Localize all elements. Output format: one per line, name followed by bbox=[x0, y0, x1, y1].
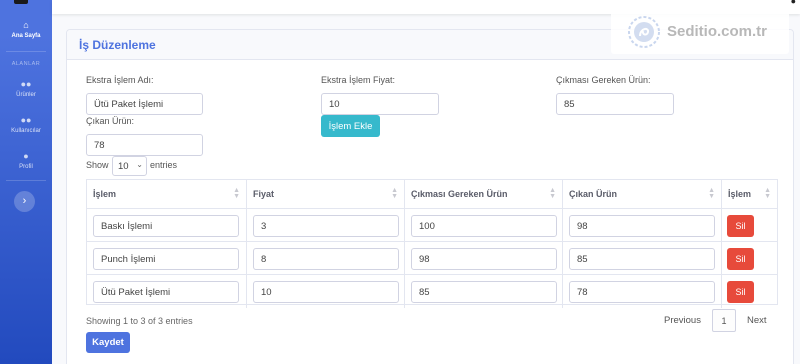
sort-icon: ▲ ▼ bbox=[708, 187, 715, 200]
entries-select-value: 10 bbox=[118, 161, 129, 172]
table-cell bbox=[247, 209, 405, 242]
users-icon: ●● bbox=[20, 115, 32, 125]
table-cell bbox=[405, 209, 563, 242]
entries-label: entries bbox=[150, 160, 178, 170]
sort-icon: ▲ ▼ bbox=[391, 187, 398, 200]
table-cell bbox=[405, 242, 563, 275]
sort-icon: ▲ ▼ bbox=[549, 187, 556, 200]
pagination-previous-label: Previous bbox=[664, 315, 701, 326]
watermark-logo-icon bbox=[628, 16, 660, 48]
column-header-islem[interactable]: İşlem ▲ ▼ bbox=[87, 180, 247, 209]
sidebar: ⌂ Ana Sayfa ALANLAR ●● Ürünler ●● Kullan… bbox=[0, 0, 52, 364]
column-header-label: İşlem bbox=[93, 189, 117, 199]
sidebar-divider bbox=[6, 180, 46, 181]
chevron-right-icon: › bbox=[22, 195, 27, 207]
cikan-urun-label: Çıkan Ürün: bbox=[86, 116, 135, 126]
cikmasi-gereken-label: Çıkması Gereken Ürün: bbox=[556, 75, 651, 85]
table-row bbox=[87, 242, 247, 275]
pagination-next-label: Next bbox=[747, 315, 767, 326]
table-cell: Sil bbox=[722, 209, 777, 242]
sort-icon: ▲ ▼ bbox=[764, 187, 771, 200]
column-header-cikmasi[interactable]: Çıkması Gereken Ürün ▲ ▼ bbox=[405, 180, 563, 209]
row-cikan-input[interactable] bbox=[569, 248, 715, 270]
islem-fiyat-label: Ekstra İşlem Fiyat: bbox=[321, 75, 396, 85]
column-header-cikan[interactable]: Çıkan Ürün ▲ ▼ bbox=[563, 180, 722, 209]
table-cell bbox=[563, 209, 722, 242]
row-cikmasi-input[interactable] bbox=[411, 215, 557, 237]
row-cikmasi-input[interactable] bbox=[411, 248, 557, 270]
edit-card: İş Düzenleme Ekstra İşlem Adı: Ekstra İş… bbox=[66, 29, 794, 364]
column-header-label: İşlem bbox=[728, 189, 752, 199]
islem-fiyat-input[interactable] bbox=[321, 93, 439, 115]
entries-select[interactable]: 10 ⌄ bbox=[112, 156, 147, 176]
row-islem-input[interactable] bbox=[93, 248, 239, 270]
sidebar-item-label: Kullanıcılar bbox=[11, 128, 41, 134]
sidebar-item-profil[interactable]: ● Profil bbox=[0, 151, 52, 171]
brand-logo[interactable] bbox=[14, 0, 28, 4]
table-cell bbox=[247, 275, 405, 308]
table-cell: Sil bbox=[722, 275, 777, 308]
table-info: Showing 1 to 3 of 3 entries bbox=[86, 316, 193, 326]
islem-adi-label: Ekstra İşlem Adı: bbox=[86, 75, 154, 85]
row-islem-input[interactable] bbox=[93, 281, 239, 303]
show-label: Show bbox=[86, 160, 109, 170]
table-cell bbox=[247, 242, 405, 275]
row-cikan-input[interactable] bbox=[569, 281, 715, 303]
table-cell bbox=[405, 275, 563, 308]
table-cell: Sil bbox=[722, 242, 777, 275]
column-header-label: Fiyat bbox=[253, 189, 275, 199]
sidebar-item-urunler[interactable]: ●● Ürünler bbox=[0, 79, 52, 99]
watermark-text: Seditio.com.tr bbox=[667, 23, 768, 40]
sidebar-heading: ALANLAR bbox=[11, 61, 41, 67]
watermark: Seditio.com.tr bbox=[611, 10, 789, 54]
table-cell bbox=[563, 242, 722, 275]
column-header-fiyat[interactable]: Fiyat ▲ ▼ bbox=[247, 180, 405, 209]
sil-button[interactable]: Sil bbox=[727, 248, 754, 270]
users-icon: ●● bbox=[20, 79, 32, 89]
column-header-label: Çıkması Gereken Ürün bbox=[411, 189, 508, 199]
sidebar-item-home[interactable]: ⌂ Ana Sayfa bbox=[0, 20, 52, 40]
row-fiyat-input[interactable] bbox=[253, 215, 399, 237]
cikan-urun-input[interactable] bbox=[86, 134, 203, 156]
sidebar-toggle-button[interactable]: › bbox=[14, 191, 35, 212]
chevron-down-icon: ⌄ bbox=[136, 160, 143, 169]
sidebar-item-label: Ürünler bbox=[16, 92, 36, 98]
table-row bbox=[87, 209, 247, 242]
kaydet-button[interactable]: Kaydet bbox=[86, 332, 130, 353]
home-icon: ⌂ bbox=[23, 20, 29, 30]
column-header-label: Çıkan Ürün bbox=[569, 189, 618, 199]
sidebar-item-label: Profil bbox=[19, 164, 33, 170]
table-row bbox=[87, 275, 247, 308]
islem-adi-input[interactable] bbox=[86, 93, 203, 115]
sil-button[interactable]: Sil bbox=[727, 215, 754, 237]
pagination-page-1[interactable]: 1 bbox=[712, 309, 736, 332]
sidebar-divider bbox=[6, 51, 46, 52]
cikmasi-gereken-input[interactable] bbox=[556, 93, 674, 115]
sidebar-item-label: Ana Sayfa bbox=[11, 33, 41, 39]
corner-icon: ● bbox=[790, 0, 796, 6]
islem-ekle-button[interactable]: İşlem Ekle bbox=[321, 115, 380, 137]
column-header-action[interactable]: İşlem ▲ ▼ bbox=[722, 180, 777, 209]
row-cikan-input[interactable] bbox=[569, 215, 715, 237]
row-fiyat-input[interactable] bbox=[253, 281, 399, 303]
page-title: İş Düzenleme bbox=[79, 38, 156, 52]
table-cell bbox=[563, 275, 722, 308]
user-icon: ● bbox=[23, 151, 29, 161]
row-fiyat-input[interactable] bbox=[253, 248, 399, 270]
sidebar-item-kullanicilar[interactable]: ●● Kullanıcılar bbox=[0, 115, 52, 135]
sort-icon: ▲ ▼ bbox=[233, 187, 240, 200]
islem-table: İşlem ▲ ▼ Fiyat ▲ ▼ Çıkması Gereken Ürün ▲… bbox=[86, 179, 778, 308]
row-islem-input[interactable] bbox=[93, 215, 239, 237]
row-cikmasi-input[interactable] bbox=[411, 281, 557, 303]
sil-button[interactable]: Sil bbox=[727, 281, 754, 303]
